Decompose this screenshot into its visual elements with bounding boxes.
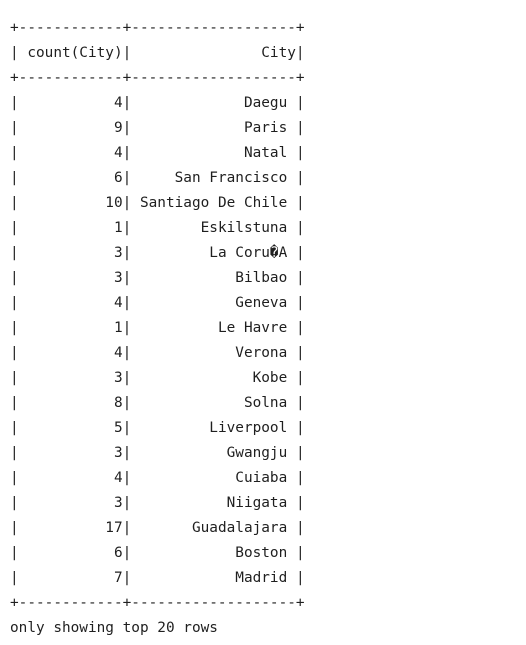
row-count-cell: 10	[18, 195, 123, 211]
row-city-cell: Le Havre	[131, 320, 296, 336]
row-city-cell: Verona	[131, 345, 296, 361]
row-city-cell: Boston	[131, 545, 296, 561]
table-row: | 5| Liverpool |	[10, 420, 305, 436]
row-city-cell: Eskilstuna	[131, 220, 296, 236]
table-row: | 6| Boston |	[10, 545, 305, 561]
footer-message: only showing top 20 rows	[10, 620, 218, 636]
table-row: | 6| San Francisco |	[10, 170, 305, 186]
row-count-cell: 1	[18, 220, 123, 236]
row-city-cell: Geneva	[131, 295, 296, 311]
table-row: | 3| La Coru�A |	[10, 245, 305, 261]
row-count-cell: 6	[18, 545, 123, 561]
row-count-cell: 3	[18, 270, 123, 286]
table-row: | 3| Gwangju |	[10, 445, 305, 461]
table-row: | 1| Eskilstuna |	[10, 220, 305, 236]
table-row: | 17| Guadalajara |	[10, 520, 305, 536]
row-count-cell: 6	[18, 170, 123, 186]
row-city-cell: Natal	[131, 145, 296, 161]
table-row: | 9| Paris |	[10, 120, 305, 136]
table-row: | 1| Le Havre |	[10, 320, 305, 336]
row-city-cell: Paris	[131, 120, 296, 136]
row-city-cell: La Coru�A	[131, 245, 296, 261]
row-city-cell: Madrid	[131, 570, 296, 586]
table-row: | 8| Solna |	[10, 395, 305, 411]
row-city-cell: Cuiaba	[131, 470, 296, 486]
table-row: | 3| Niigata |	[10, 495, 305, 511]
table-row: | 3| Kobe |	[10, 370, 305, 386]
table-border-mid: +------------+-------------------+	[10, 70, 305, 86]
table-row: | 4| Cuiaba |	[10, 470, 305, 486]
row-city-cell: Solna	[131, 395, 296, 411]
row-count-cell: 3	[18, 495, 123, 511]
row-city-cell: Niigata	[131, 495, 296, 511]
console-output: +------------+-------------------+ | cou…	[10, 16, 520, 641]
row-city-cell: Guadalajara	[131, 520, 296, 536]
table-row: | 4| Daegu |	[10, 95, 305, 111]
table-row: | 3| Bilbao |	[10, 270, 305, 286]
row-count-cell: 4	[18, 345, 123, 361]
row-city-cell: Bilbao	[131, 270, 296, 286]
row-count-cell: 7	[18, 570, 123, 586]
row-count-cell: 9	[18, 120, 123, 136]
table-row: | 4| Geneva |	[10, 295, 305, 311]
row-count-cell: 5	[18, 420, 123, 436]
row-count-cell: 3	[18, 445, 123, 461]
row-city-cell: Daegu	[131, 95, 296, 111]
row-count-cell: 4	[18, 295, 123, 311]
row-city-cell: Gwangju	[131, 445, 296, 461]
row-count-cell: 17	[18, 520, 123, 536]
table-row: | 7| Madrid |	[10, 570, 305, 586]
table-row: | 4| Natal |	[10, 145, 305, 161]
row-count-cell: 4	[18, 95, 123, 111]
row-city-cell: Liverpool	[131, 420, 296, 436]
table-row: | 4| Verona |	[10, 345, 305, 361]
row-city-cell: San Francisco	[131, 170, 296, 186]
row-count-cell: 4	[18, 470, 123, 486]
table-border-top: +------------+-------------------+	[10, 20, 305, 36]
table-header-row: | count(City)| City|	[10, 45, 305, 61]
row-city-cell: Santiago De Chile	[131, 195, 296, 211]
table-row: | 10| Santiago De Chile |	[10, 195, 305, 211]
row-count-cell: 1	[18, 320, 123, 336]
table-border-bottom: +------------+-------------------+	[10, 595, 305, 611]
row-count-cell: 8	[18, 395, 123, 411]
row-city-cell: Kobe	[131, 370, 296, 386]
row-count-cell: 3	[18, 245, 123, 261]
row-count-cell: 3	[18, 370, 123, 386]
table-body: | 4| Daegu | | 9| Paris | | 4| Natal | | 6|…	[10, 91, 520, 591]
row-count-cell: 4	[18, 145, 123, 161]
